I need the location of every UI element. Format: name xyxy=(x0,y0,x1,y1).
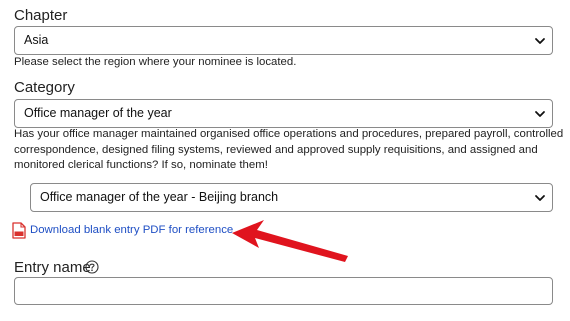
pdf-file-icon[interactable] xyxy=(12,222,26,239)
category-select-value: Office manager of the year xyxy=(24,106,172,120)
category-description-line-3: monitored clerical functions? If so, nom… xyxy=(14,159,268,171)
chevron-down-icon xyxy=(535,195,545,201)
help-circle-icon[interactable] xyxy=(85,260,99,274)
chevron-down-icon xyxy=(535,111,545,117)
chevron-down-icon xyxy=(535,38,545,44)
category-description-line-2: correspondence, designed filing systems,… xyxy=(14,143,538,156)
category-description-line-1: Has your office manager maintained organ… xyxy=(14,128,564,140)
red-arrow-icon xyxy=(232,220,348,262)
download-pdf-link[interactable]: Download blank entry PDF for reference xyxy=(30,223,233,238)
chapter-label: Chapter xyxy=(14,7,68,24)
chapter-select[interactable]: Asia xyxy=(14,26,553,55)
chapter-select-value: Asia xyxy=(24,33,49,47)
subcategory-select-value: Office manager of the year - Beijing bra… xyxy=(40,190,279,204)
entry-name-label: Entry name xyxy=(14,259,91,276)
entry-name-input[interactable] xyxy=(14,277,553,305)
nomination-form: Chapter Asia Please select the region wh… xyxy=(0,0,570,321)
category-select[interactable]: Office manager of the year xyxy=(14,99,553,128)
category-label: Category xyxy=(14,79,75,96)
subcategory-select[interactable]: Office manager of the year - Beijing bra… xyxy=(30,183,553,212)
chapter-help-text: Please select the region where your nomi… xyxy=(14,56,297,68)
